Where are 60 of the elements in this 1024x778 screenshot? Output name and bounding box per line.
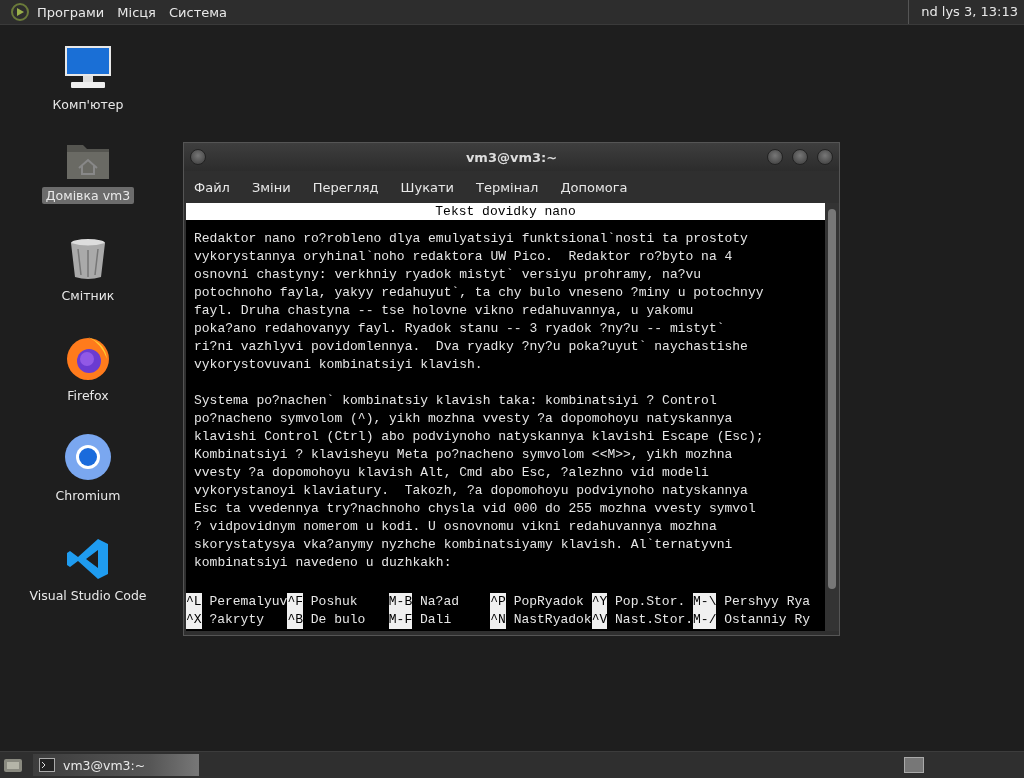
shortcut-key: ^X xyxy=(186,611,202,629)
window-menu-button[interactable] xyxy=(190,149,206,165)
desktop-icon-label[interactable]: Смітник xyxy=(57,287,119,304)
shortcut-label: Peremalyuv xyxy=(209,593,288,611)
shortcut-key: ^P xyxy=(490,593,506,611)
close-button[interactable] xyxy=(817,149,833,165)
shortcut-key: M-\ xyxy=(693,593,717,611)
shortcut-key: ^Y xyxy=(591,593,608,611)
taskbar-button[interactable]: vm3@vm3:~ xyxy=(33,754,199,776)
shortcut-label: Ostanniy Ry xyxy=(724,611,811,629)
show-desktop-icon[interactable] xyxy=(3,756,23,774)
computer-icon[interactable] xyxy=(63,44,113,90)
desktop-icon-label[interactable]: Chromium xyxy=(51,487,125,504)
chromium-icon[interactable] xyxy=(64,433,112,481)
shortcut-label: ?akryty xyxy=(209,611,264,629)
desktop-icon-label[interactable]: Firefox xyxy=(63,387,113,404)
shortcut-label: Pop.Stor. xyxy=(615,593,686,611)
panel-menu[interactable]: Система xyxy=(168,4,227,20)
shortcut-label: Nast.Stor. xyxy=(615,611,694,629)
menu-item[interactable]: Допомога xyxy=(560,179,628,195)
clock[interactable]: nd lys 3, 13:13 xyxy=(908,0,1018,24)
shortcut-key: ^L xyxy=(186,593,202,611)
shortcut-label: Poshuk xyxy=(310,593,358,611)
shortcut-label: NastRyadok xyxy=(513,611,592,629)
shortcut-key: ^F xyxy=(287,593,303,611)
maximize-button[interactable] xyxy=(792,149,808,165)
panel-menu[interactable]: Місця xyxy=(117,4,156,20)
shortcut-key: M-F xyxy=(388,611,413,629)
code-editor-icon[interactable] xyxy=(66,537,110,581)
scrollbar[interactable] xyxy=(825,203,839,631)
menu-item[interactable]: Зміни xyxy=(251,179,291,195)
nano-title-bar: Tekst dovidky nano xyxy=(186,203,825,220)
panel-menu[interactable]: Програми xyxy=(37,4,105,20)
minimize-button[interactable] xyxy=(767,149,783,165)
help-paragraph: Redaktor nano ro?robleno dlya emulyatsiyi funktsional`nosti ta prostoty vykorystannya oryhinal`noho redaktora UW Pico. Redaktor ro?byto na 4 osnovni chastyny: verkhniy ryadok mistyt` versiyu prohramy, na?vu potochnoho fayla, yakyy redahuyut`, ta chy bulo vneseno ?miny u potochnyy fayl. Druha chastyna -- tse holovne vikno redahuvannya, u yakomu poka?ano redahovanyy fayl. Ryadok stanu -- 3 ryadok ?ny?u -- mistyt` ri?ni vazhlyvi povidomlennya. Dva ryadky ?ny?u poka?uyut` naychastishe vykorystovuvani kombinatsiyi klavish. xyxy=(193,230,765,374)
shortcut-key: ^N xyxy=(490,611,506,629)
trash-icon[interactable] xyxy=(68,237,108,281)
shortcut-key: ^B xyxy=(287,611,303,629)
shortcut-key: M-/ xyxy=(693,611,717,629)
shortcut-label: PopRyadok xyxy=(513,593,584,611)
menu-item[interactable]: Перегляд xyxy=(312,179,379,195)
menu-item[interactable]: Шукати xyxy=(400,179,455,195)
shortcut-label: Pershyy Rya xyxy=(724,593,811,611)
desktop-icon-label[interactable]: Комп'ютер xyxy=(48,96,128,113)
firefox-icon[interactable] xyxy=(65,335,111,381)
desktop-icon-label[interactable]: Visual Studio Code xyxy=(25,587,151,604)
shortcut-label: Na?ad xyxy=(420,593,460,611)
shortcut-key: M-B xyxy=(388,593,413,611)
menu-item[interactable]: Файл xyxy=(194,179,230,195)
shortcut-label: De bulo xyxy=(310,611,366,629)
help-paragraph: Systema po?nachen` kombinatsiy klavish taka: kombinatsiyi ? Control po?nacheno symvolom (^), yikh mozhna vvesty ?a dopomohoyu natyskannya klavishi Control (Ctrl) abo podviynoho natyskannya klavishi Escape (Esc); Kombinatsiyi ? klavisheyu Meta po?nacheno symvolom <<M>>, yikh mozhna vvesty ?a dopomohoyu klavish Alt, Cmd abo Esc, ?alezhno vid modeli vykorystanoyi klaviatury. Takozh, ?a dopomohoyu podviynoho natyskannya Esc ta vvedennya try?nachnoho chysla vid 000 do 255 mozhna vvesty symvol ? vidpovidnym nomerom u kodi. U osnovnomu vikni redahuvannya mozhna skorystatysya vka?anymy nyzhche kombinatsiyamy klavish. Al`ternatyvni kombinatsiyi navedeno u duzhkakh: xyxy=(193,392,765,572)
menu-item[interactable]: Термінал xyxy=(476,179,539,195)
window-title: vm3@vm3:~ xyxy=(464,149,558,165)
scrollbar-thumb[interactable] xyxy=(828,209,836,589)
shortcut-key: ^V xyxy=(591,611,608,629)
workspace-switcher[interactable] xyxy=(904,757,924,773)
logo-icon[interactable] xyxy=(10,2,30,22)
desktop-icon-label[interactable]: Домівка vm3 xyxy=(41,187,135,204)
terminal-icon xyxy=(39,758,55,772)
shortcut-label: Dali xyxy=(420,611,452,629)
